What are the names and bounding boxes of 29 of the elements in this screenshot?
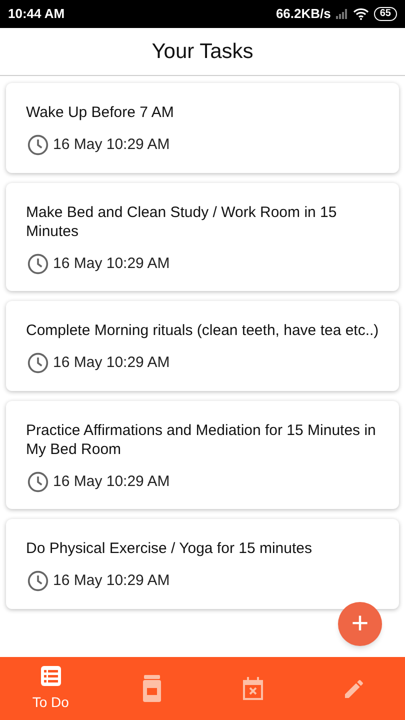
task-time: 16 May 10:29 AM — [53, 571, 170, 591]
network-speed: 66.2KB/s — [276, 5, 331, 24]
task-card[interactable]: Complete Morning rituals (clean teeth, have tea etc..) 16 May 10:29 AM — [6, 301, 399, 390]
clock-icon — [27, 252, 49, 275]
task-time: 16 May 10:29 AM — [53, 254, 170, 274]
clock-icon — [27, 470, 49, 493]
calendar-icon — [242, 676, 264, 700]
status-time: 10:44 AM — [8, 5, 65, 24]
task-time: 16 May 10:29 AM — [53, 472, 170, 492]
task-title: Wake Up Before 7 AM — [26, 103, 175, 122]
list-icon — [38, 664, 63, 688]
clock-icon — [27, 570, 49, 592]
wifi-icon — [352, 8, 369, 20]
task-card[interactable]: Wake Up Before 7 AM 16 May 10:29 AM — [6, 83, 399, 172]
signal-icon — [336, 9, 348, 19]
task-title: Make Bed and Clean Study / Work Room in 15 Minutes — [26, 202, 338, 240]
task-title: Complete Morning rituals (clean teeth, have tea etc..) — [26, 321, 380, 340]
clock-icon — [27, 134, 49, 156]
task-card[interactable]: Make Bed and Clean Study / Work Room in 15 Minutes 16 May 10:29 AM — [6, 182, 399, 291]
task-time: 16 May 10:29 AM — [53, 353, 170, 373]
page-title: Your Tasks — [152, 38, 254, 65]
task-time: 16 May 10:29 AM — [53, 135, 170, 155]
jar-icon — [140, 674, 163, 702]
task-card[interactable]: Do Physical Exercise / Yoga for 15 minutes 16 May 10:29 AM — [6, 519, 399, 608]
task-title: Practice Affirmations and Mediation for 15 Minutes in My Bed Room — [26, 420, 377, 458]
battery-indicator: 65 — [374, 7, 397, 21]
task-card[interactable]: Practice Affirmations and Mediation for 15 Minutes in My Bed Room 16 May 10:29 AM — [6, 400, 399, 509]
clock-icon — [27, 352, 49, 374]
task-title: Do Physical Exercise / Yoga for 15 minutes — [26, 539, 313, 558]
